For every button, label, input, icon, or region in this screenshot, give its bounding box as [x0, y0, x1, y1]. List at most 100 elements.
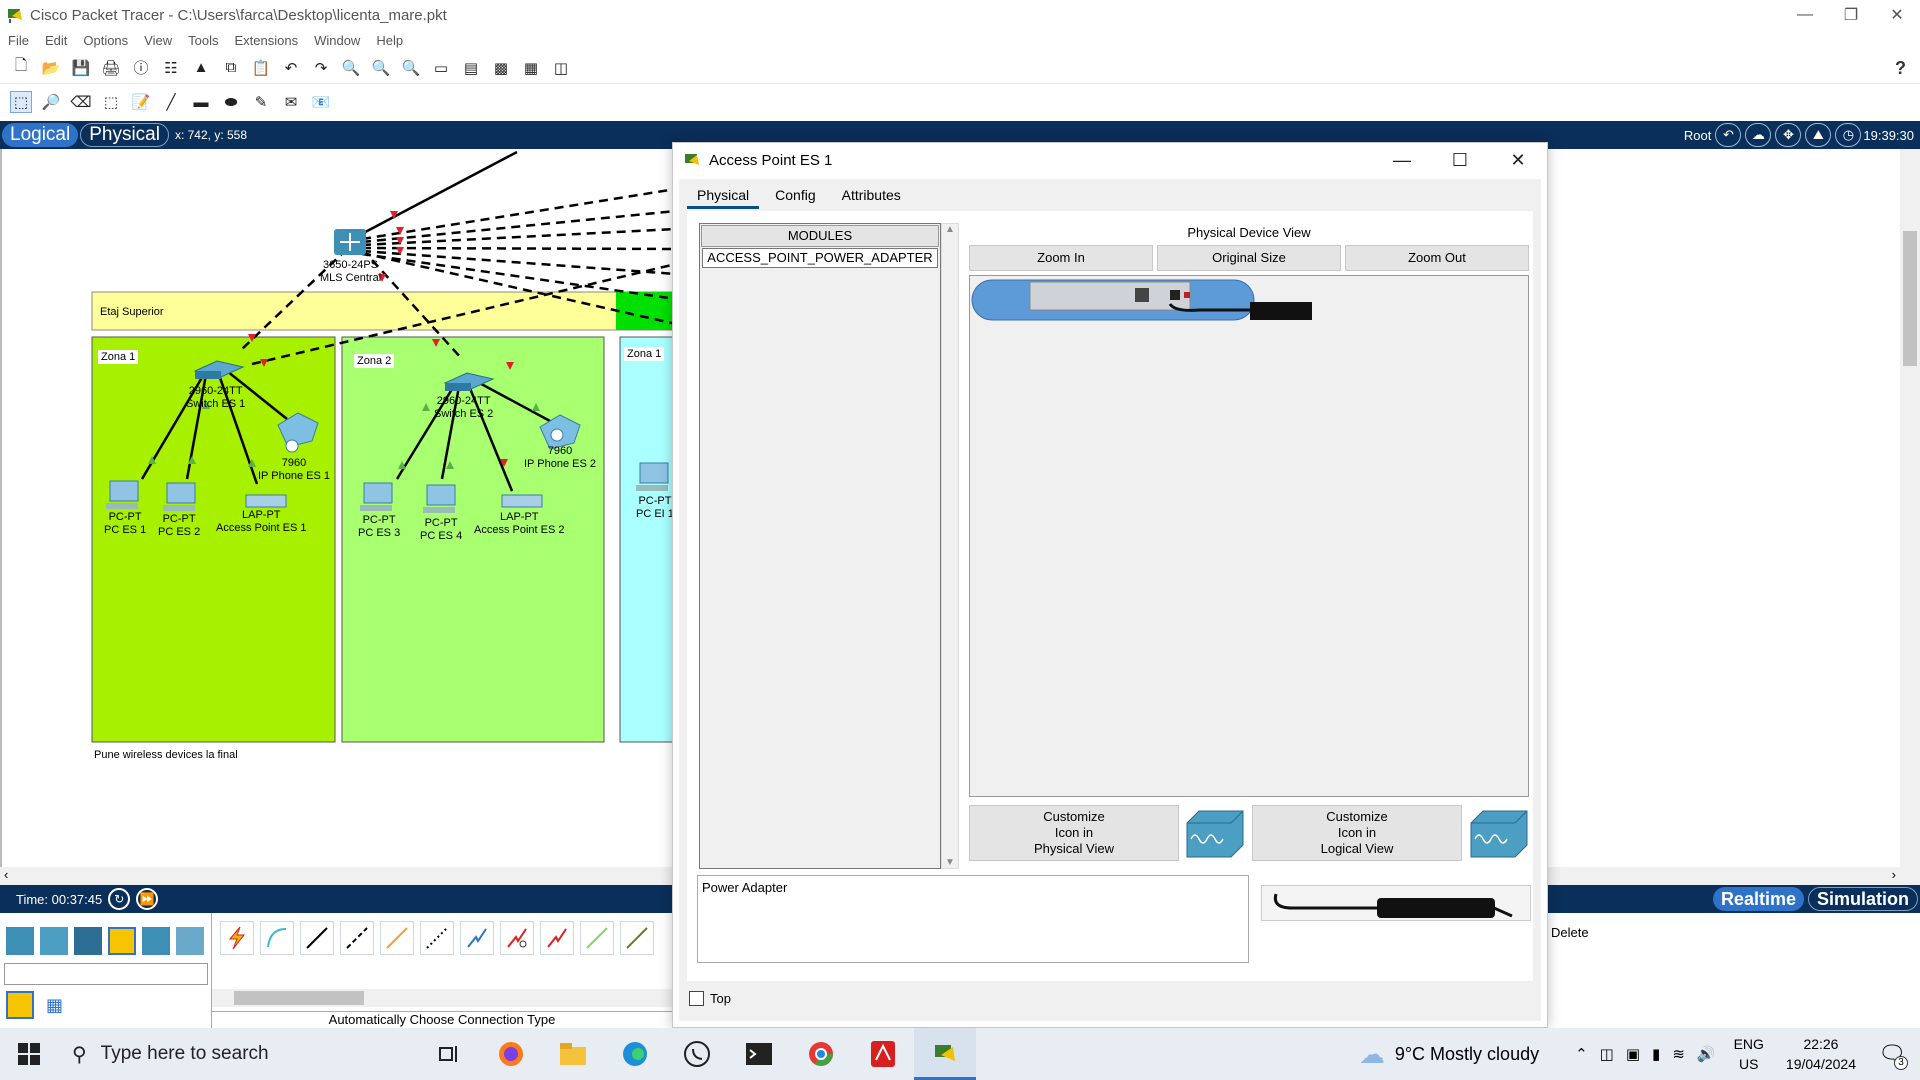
- zone-1-right-area[interactable]: [619, 336, 677, 743]
- background-image-icon[interactable]: ⛰: [1805, 123, 1832, 147]
- note-icon[interactable]: 📝: [130, 91, 152, 113]
- acrobat-icon[interactable]: [852, 1028, 914, 1080]
- zoom-out-icon[interactable]: 🔍: [400, 57, 422, 79]
- delete-icon[interactable]: ⌫: [70, 91, 92, 113]
- paste-icon[interactable]: 📋: [250, 57, 272, 79]
- modules-list[interactable]: MODULES ACCESS_POINT_POWER_ADAPTER: [699, 223, 941, 869]
- simulation-button[interactable]: Simulation: [1807, 887, 1918, 911]
- top-checkbox-box[interactable]: [689, 991, 704, 1006]
- connections-subtype-icon[interactable]: [6, 991, 34, 1019]
- menu-options[interactable]: Options: [83, 33, 128, 48]
- logical-tab[interactable]: Logical: [2, 123, 79, 147]
- scroll-up-icon[interactable]: ▲: [945, 224, 955, 235]
- ipc-icon[interactable]: ▩: [490, 57, 512, 79]
- power-cycle-icon[interactable]: ↻: [108, 888, 131, 910]
- zoom-out-button[interactable]: Zoom Out: [1345, 245, 1529, 271]
- network-devices-icon[interactable]: [6, 927, 34, 955]
- zoom-reset-icon[interactable]: 🔍: [370, 57, 392, 79]
- freeform-icon[interactable]: ✎: [250, 91, 272, 113]
- start-button[interactable]: [0, 1028, 58, 1080]
- back-arrow-icon[interactable]: ↶: [1715, 123, 1742, 147]
- phone-cable-icon[interactable]: [420, 921, 454, 955]
- vertical-scroll-thumb[interactable]: [1903, 231, 1917, 366]
- access-point-es2-icon[interactable]: [501, 494, 543, 508]
- print-icon[interactable]: 🖨: [100, 57, 122, 79]
- packet-tracer-taskbar-icon[interactable]: [914, 1028, 976, 1080]
- volume-icon[interactable]: 🔊: [1697, 1045, 1716, 1063]
- cable-scroll-thumb[interactable]: [234, 991, 364, 1005]
- server-icon[interactable]: ▦: [520, 57, 542, 79]
- meet-now-icon[interactable]: ▣: [1626, 1045, 1640, 1063]
- serial-dte-icon[interactable]: [540, 921, 574, 955]
- show-hidden-icons-icon[interactable]: ⌃: [1575, 1045, 1588, 1063]
- console-cable-icon[interactable]: [260, 921, 294, 955]
- minimize-button[interactable]: —: [1782, 0, 1828, 30]
- help-icon[interactable]: ?: [1895, 58, 1906, 79]
- move-object-icon[interactable]: ✥: [1775, 123, 1802, 147]
- menu-help[interactable]: Help: [376, 33, 403, 48]
- access-point-es1-icon[interactable]: [245, 494, 287, 508]
- serial-dce-icon[interactable]: [500, 921, 534, 955]
- menu-file[interactable]: File: [8, 33, 29, 48]
- viewport-icon[interactable]: ◷: [1835, 123, 1862, 147]
- core-switch-icon[interactable]: [334, 229, 366, 255]
- scroll-down-icon[interactable]: ▼: [945, 857, 955, 868]
- new-file-icon[interactable]: 🗋: [10, 57, 32, 79]
- network-info-icon[interactable]: ☷: [160, 57, 182, 79]
- open-folder-icon[interactable]: 📂: [40, 57, 62, 79]
- cable-scrollbar[interactable]: [212, 989, 672, 1007]
- file-explorer-icon[interactable]: [542, 1028, 604, 1080]
- tab-config[interactable]: Config: [765, 185, 825, 209]
- dialog-maximize-button[interactable]: ☐: [1431, 143, 1489, 177]
- device-icon[interactable]: ◫: [1600, 1045, 1614, 1063]
- iot-cable-icon[interactable]: [620, 921, 654, 955]
- pc-ei1-icon[interactable]: [636, 462, 669, 491]
- activity-wizard-icon[interactable]: ▲: [190, 57, 212, 79]
- close-button[interactable]: ✕: [1874, 0, 1920, 30]
- cluster-icon[interactable]: ☁: [1745, 123, 1772, 147]
- physical-device-view[interactable]: [969, 275, 1529, 797]
- module-item[interactable]: ACCESS_POINT_POWER_ADAPTER: [702, 248, 938, 268]
- resize-icon[interactable]: ⬚: [100, 91, 122, 113]
- delete-label[interactable]: Delete: [1551, 925, 1589, 940]
- whatsapp-icon[interactable]: [666, 1028, 728, 1080]
- redo-icon[interactable]: ↷: [310, 57, 332, 79]
- task-view-icon[interactable]: [418, 1028, 480, 1080]
- menu-extensions[interactable]: Extensions: [234, 33, 298, 48]
- weather-widget[interactable]: ☁ 9°C Mostly cloudy: [1359, 1039, 1539, 1070]
- menu-view[interactable]: View: [144, 33, 172, 48]
- grid-icon[interactable]: ▦: [46, 995, 63, 1016]
- modules-scrollbar[interactable]: ▲ ▼: [941, 223, 959, 869]
- dialog-close-button[interactable]: ✕: [1489, 143, 1547, 177]
- customize-physical-icon-button[interactable]: Customize Icon in Physical View: [969, 805, 1179, 861]
- canvas-vertical-scrollbar[interactable]: [1900, 149, 1920, 867]
- custom-devices-icon[interactable]: ▤: [460, 57, 482, 79]
- original-size-button[interactable]: Original Size: [1157, 245, 1341, 271]
- restore-button[interactable]: ❐: [1828, 0, 1874, 30]
- top-checkbox[interactable]: Top: [689, 991, 731, 1006]
- select-icon[interactable]: ⬚: [10, 91, 32, 113]
- zoom-in-icon[interactable]: 🔍: [340, 57, 362, 79]
- inspect-icon[interactable]: 🔎: [40, 91, 62, 113]
- pc-es2-icon[interactable]: [163, 482, 196, 511]
- pc-es3-icon[interactable]: [360, 482, 393, 511]
- coaxial-icon[interactable]: [460, 921, 494, 955]
- taskbar-clock[interactable]: 22:26 19/04/2024: [1786, 1034, 1856, 1074]
- scroll-right-icon[interactable]: ›: [1892, 867, 1896, 882]
- input-language[interactable]: ENG US: [1734, 1034, 1764, 1074]
- auto-connection-icon[interactable]: [220, 921, 254, 955]
- menu-window[interactable]: Window: [314, 33, 360, 48]
- add-complex-pdu-icon[interactable]: 📧: [310, 91, 332, 113]
- dialog-minimize-button[interactable]: —: [1373, 143, 1431, 177]
- copy-icon[interactable]: ⧉: [220, 57, 242, 79]
- menu-tools[interactable]: Tools: [188, 33, 218, 48]
- octal-cable-icon[interactable]: [580, 921, 614, 955]
- misc-icon[interactable]: [142, 927, 170, 955]
- multiuser-icon[interactable]: [176, 927, 204, 955]
- web-view-icon[interactable]: ◫: [550, 57, 572, 79]
- draw-rectangle-icon[interactable]: ▬: [190, 91, 212, 113]
- scroll-left-icon[interactable]: ‹: [4, 867, 8, 882]
- connections-icon[interactable]: [108, 927, 136, 955]
- device-search-field[interactable]: [4, 963, 208, 985]
- realtime-button[interactable]: Realtime: [1712, 887, 1804, 911]
